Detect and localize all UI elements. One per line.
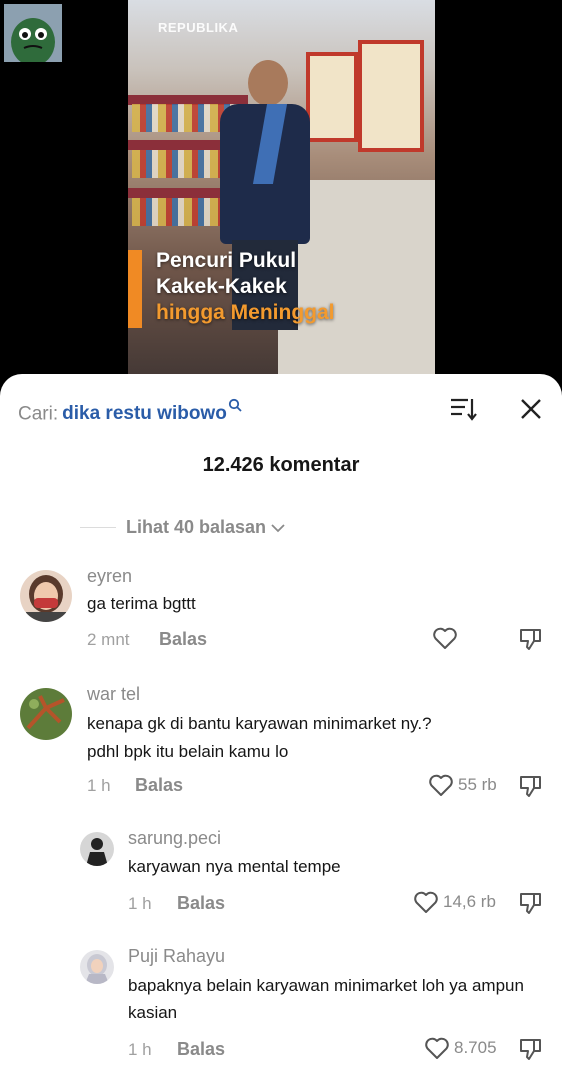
avatar-image — [20, 570, 72, 622]
avatar[interactable] — [80, 832, 114, 866]
reply-username[interactable]: sarung.peci — [128, 828, 221, 849]
comment-count: 12.426 komentar — [202, 454, 360, 476]
search-query[interactable]: dika restu wibowo — [62, 403, 227, 424]
sort-button[interactable] — [448, 394, 478, 424]
caption-line: hingga Meninggal — [156, 301, 335, 324]
comment-username[interactable]: eyren — [87, 566, 132, 587]
reply-text-line: bapaknya belain karyawan minimarket loh … — [128, 976, 524, 995]
comment-username[interactable]: war tel — [87, 684, 140, 705]
dislike-button[interactable] — [517, 773, 543, 804]
comment-time: 2 mnt — [87, 630, 130, 649]
reply-text: karyawan nya mental tempe — [128, 857, 341, 876]
thumbs-down-icon — [520, 629, 541, 650]
reply-time: 1 h — [128, 894, 152, 913]
comment-time: 1 h — [87, 776, 111, 795]
avatar-image — [80, 950, 114, 984]
close-button[interactable] — [516, 394, 546, 424]
reply-button[interactable]: Balas — [135, 775, 183, 796]
reply-button[interactable]: Balas — [177, 1039, 225, 1060]
reply-username[interactable]: Puji Rahayu — [128, 946, 225, 967]
video-area[interactable]: REPUBLIKA Pencuri Pukul Kakek-Kakek hing… — [0, 0, 562, 390]
avatar[interactable] — [80, 950, 114, 984]
caption-line: Kakek-Kakek — [156, 275, 287, 298]
chevron-down-icon — [271, 523, 285, 532]
comment-text: ga terima bgttt — [87, 594, 196, 613]
dislike-button[interactable] — [517, 1036, 543, 1067]
video-caption: Pencuri Pukul Kakek-Kakek hingga Meningg… — [128, 248, 388, 328]
reply-text-line: kasian — [128, 1003, 178, 1022]
divider-line — [80, 527, 116, 528]
dislike-button[interactable] — [517, 626, 543, 657]
video-watermark: REPUBLIKA — [158, 20, 239, 35]
dislike-button[interactable] — [517, 890, 543, 921]
reply-button[interactable]: Balas — [159, 629, 207, 650]
reply-time: 1 h — [128, 1040, 152, 1059]
caption-accent-bar — [128, 250, 142, 328]
store-poster — [358, 40, 424, 152]
comment-search[interactable]: Cari: dika restu wibowo — [18, 398, 242, 425]
like-button[interactable]: 14,6 rb — [413, 890, 496, 914]
avatar[interactable] — [20, 688, 72, 740]
like-button[interactable]: 8.705 — [424, 1036, 497, 1060]
like-button[interactable] — [432, 626, 462, 650]
like-count: 55 rb — [458, 775, 497, 794]
like-count: 8.705 — [454, 1038, 497, 1057]
thumbs-down-icon — [520, 1039, 541, 1060]
like-count: 14,6 rb — [443, 892, 496, 911]
creator-avatar-icon — [4, 4, 62, 62]
comment-text-line: pdhl bpk itu belain kamu lo — [87, 742, 289, 761]
heart-icon — [425, 1037, 449, 1059]
thumbs-down-icon — [520, 893, 541, 914]
heart-icon — [414, 891, 438, 913]
avatar[interactable] — [20, 570, 72, 622]
reply-button[interactable]: Balas — [177, 893, 225, 914]
like-button[interactable]: 55 rb — [428, 773, 497, 797]
avatar-image — [20, 688, 72, 740]
avatar-image — [80, 832, 114, 866]
caption-line: Pencuri Pukul — [156, 249, 297, 272]
view-replies-button[interactable]: Lihat 40 balasan — [80, 517, 285, 538]
thumbs-down-icon — [520, 776, 541, 797]
heart-icon — [429, 774, 453, 796]
creator-avatar[interactable] — [4, 4, 62, 62]
search-icon[interactable] — [228, 398, 242, 412]
video-player[interactable]: REPUBLIKA Pencuri Pukul Kakek-Kakek hing… — [128, 0, 435, 390]
sort-icon — [451, 398, 477, 421]
comment-text-line: kenapa gk di bantu karyawan minimarket n… — [87, 714, 432, 733]
view-replies-label: Lihat 40 balasan — [126, 517, 267, 537]
search-prefix: Cari: — [18, 403, 59, 425]
comments-panel: Cari: dika restu wibowo 12.426 komentar L… — [0, 374, 562, 1080]
heart-icon — [433, 627, 457, 649]
close-icon — [521, 399, 541, 419]
store-poster — [306, 52, 358, 142]
